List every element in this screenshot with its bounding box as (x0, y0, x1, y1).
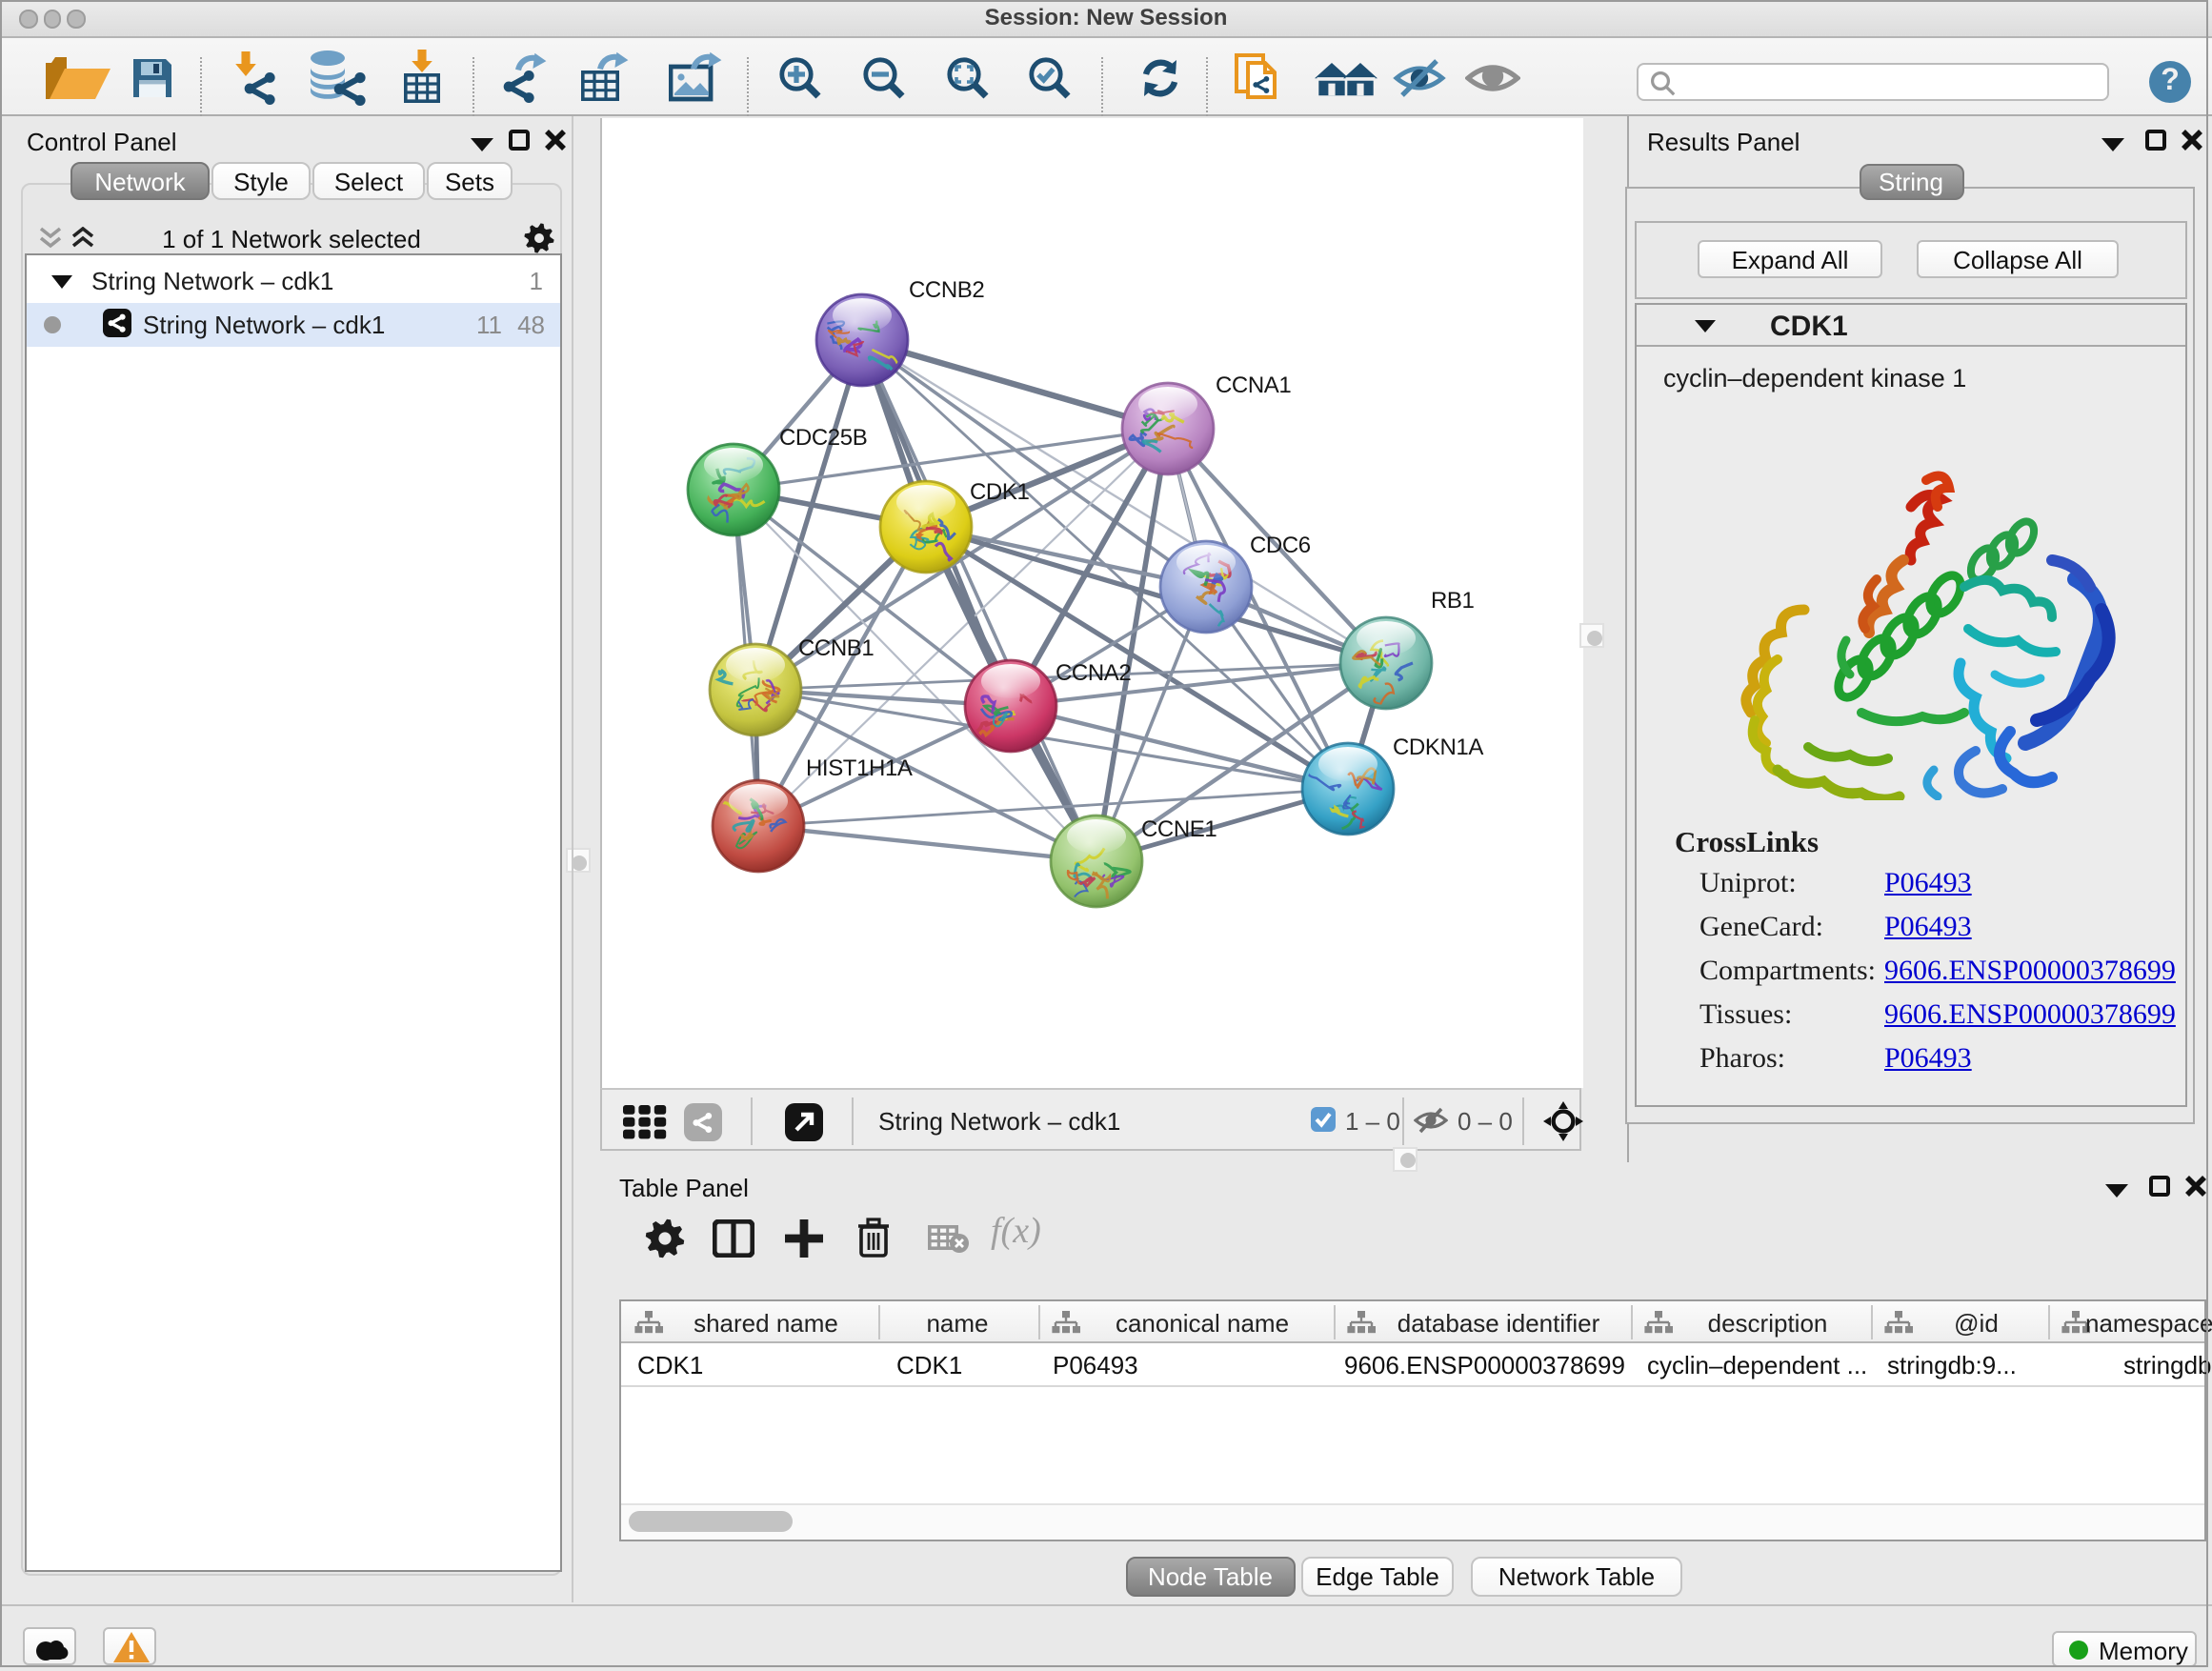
svg-text:CDC6: CDC6 (1250, 532, 1311, 557)
svg-text:CDC25B: CDC25B (779, 424, 867, 450)
svg-text:CDKN1A: CDKN1A (1393, 734, 1483, 759)
svg-text:HIST1H1A: HIST1H1A (806, 755, 913, 780)
svg-text:CCNB2: CCNB2 (909, 276, 984, 302)
svg-text:CCNB1: CCNB1 (798, 634, 874, 660)
svg-text:CCNA2: CCNA2 (1056, 659, 1131, 685)
svg-text:CDK1: CDK1 (970, 478, 1029, 504)
svg-text:RB1: RB1 (1431, 587, 1475, 613)
svg-text:CCNE1: CCNE1 (1141, 815, 1217, 841)
svg-text:CCNA1: CCNA1 (1216, 372, 1291, 397)
